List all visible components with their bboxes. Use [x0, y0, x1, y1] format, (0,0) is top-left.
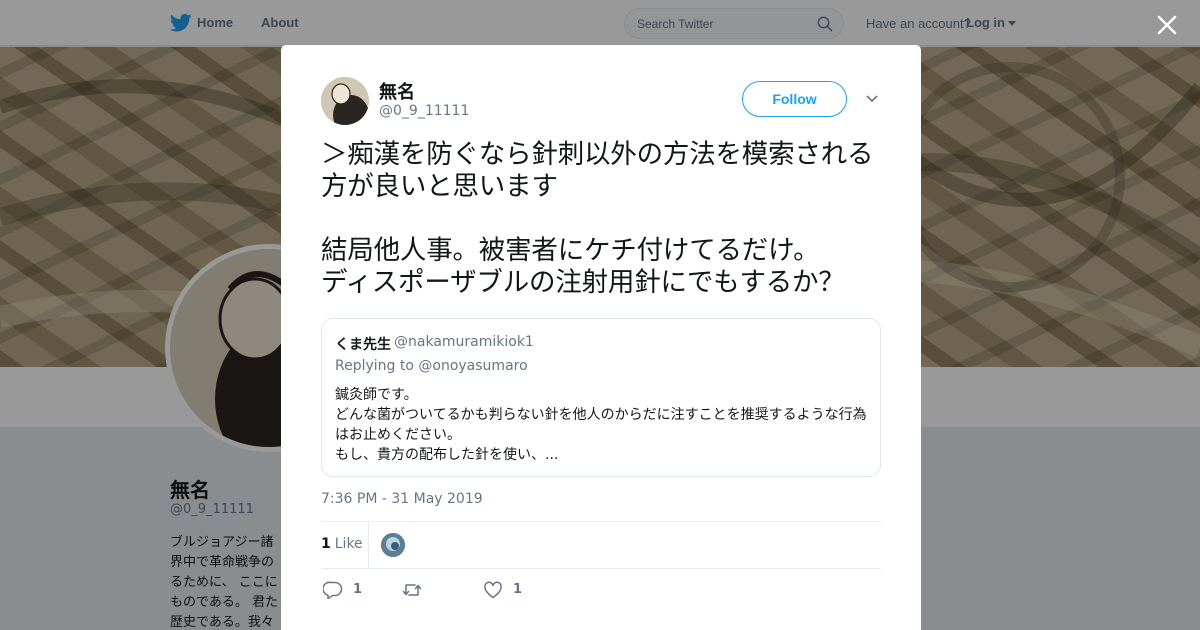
- chevron-down-icon[interactable]: [865, 94, 879, 104]
- tweet-modal: 無名 @0_9_11111 Follow ＞痴漢を防ぐなら針刺以外の方法を模索さ…: [281, 45, 921, 630]
- liker-avatar-image: [381, 533, 405, 557]
- stat-divider: [368, 522, 369, 568]
- reply-icon: [323, 581, 343, 599]
- close-icon[interactable]: [1155, 13, 1179, 37]
- heart-icon: [484, 581, 502, 599]
- reply-prefix: Replying to: [335, 358, 414, 374]
- retweet-icon: [402, 584, 422, 596]
- quote-body: 鍼灸師です。 どんな菌がついてるかも判らない針を他人のからだに注すことを推奨する…: [335, 387, 867, 463]
- divider: [321, 521, 881, 522]
- author-avatar[interactable]: [321, 77, 369, 125]
- author-handle[interactable]: @0_9_11111: [379, 103, 469, 119]
- like-stat-label: Like: [334, 536, 363, 552]
- quoted-tweet[interactable]: くま先生 @nakamuramikiok1 Replying to @onoya…: [321, 318, 881, 477]
- quote-reply-context: Replying to @onoyasumaro: [335, 358, 528, 374]
- author-name[interactable]: 無名: [379, 78, 415, 104]
- divider: [321, 568, 881, 569]
- reply-to-handle[interactable]: @onoyasumaro: [418, 358, 527, 374]
- quote-author-handle: @nakamuramikiok1: [394, 334, 534, 350]
- liker-avatar[interactable]: [381, 533, 405, 557]
- reply-count: 1: [353, 582, 363, 597]
- author-avatar-image: [321, 77, 369, 125]
- quote-author-name: くま先生: [335, 337, 391, 353]
- tweet-timestamp[interactable]: 7:36 PM - 31 May 2019: [321, 491, 483, 507]
- like-action-count: 1: [513, 582, 523, 597]
- like-stat-count: 1: [321, 536, 331, 552]
- follow-button[interactable]: Follow: [742, 81, 847, 117]
- tweet-text: ＞痴漢を防ぐなら針刺以外の方法を模索される方が良いと思います 結局他人事。被害者…: [321, 139, 874, 298]
- like-stat[interactable]: 1 Like: [321, 536, 363, 552]
